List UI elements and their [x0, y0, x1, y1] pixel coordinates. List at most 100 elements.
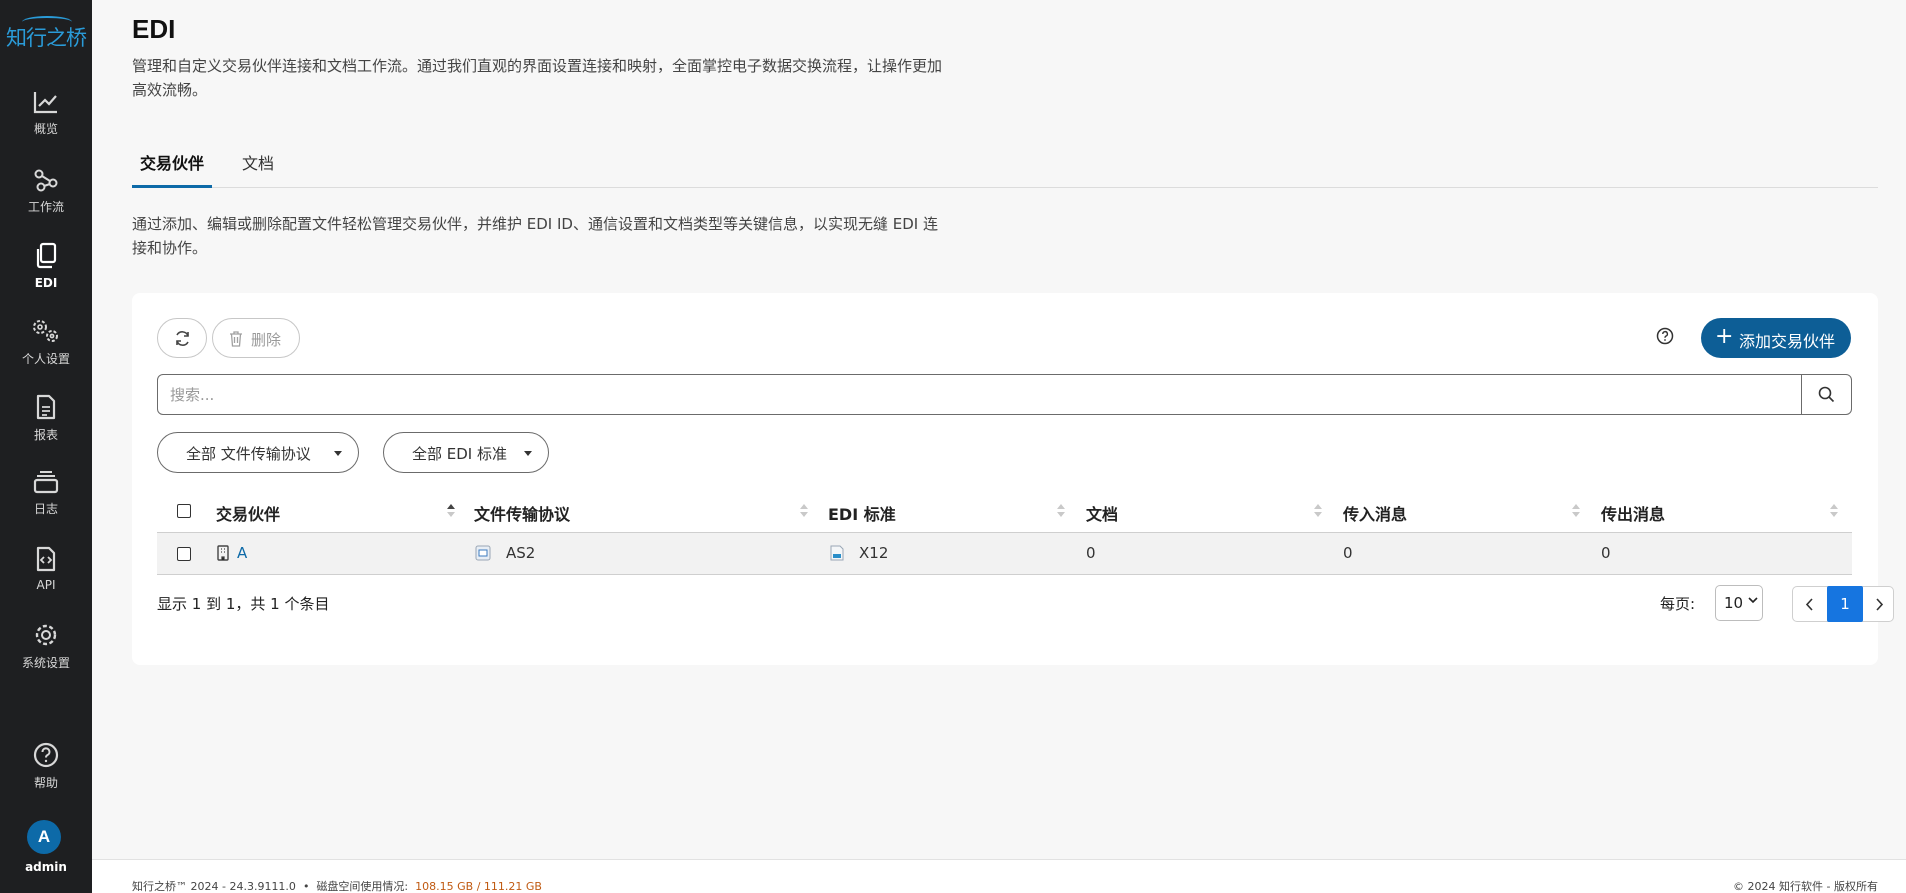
gear-icon	[35, 624, 57, 646]
sort-icon[interactable]	[1830, 504, 1838, 518]
nav-label-logs: 日志	[33, 502, 58, 516]
pagination: 1	[1792, 586, 1894, 622]
nav-label-overview: 概览	[33, 122, 58, 136]
nav-label-api: API	[36, 578, 56, 592]
documents-cell: 0	[1086, 544, 1096, 562]
partner-name-cell: A	[237, 544, 247, 562]
edi-standard-filter-dropdown[interactable]: 全部 EDI 标准	[383, 432, 549, 473]
table-row[interactable]: A AS2 X12 0 0 0	[157, 533, 1852, 575]
footer: 知行之桥™ 2024 - 24.3.9111.0 • 磁盘空间使用情况: 108…	[92, 859, 1906, 893]
nav-item-system-settings[interactable]: 系统设置	[0, 622, 92, 692]
tab-bar: 交易伙伴 文档	[132, 150, 1878, 188]
tab-trading-partners[interactable]: 交易伙伴	[132, 150, 213, 188]
share-nodes-icon	[34, 169, 58, 192]
next-page-button[interactable]	[1863, 587, 1897, 621]
x12-standard-icon	[830, 545, 844, 561]
nav-item-api[interactable]: API	[0, 546, 92, 616]
per-page-value: 10	[1724, 594, 1744, 612]
column-header-partner[interactable]: 交易伙伴	[216, 501, 280, 525]
nav-label-workflow: 工作流	[27, 200, 64, 214]
help-icon[interactable]	[1656, 327, 1674, 345]
add-partner-label: 添加交易伙伴	[1739, 332, 1836, 351]
sort-icon[interactable]	[1057, 504, 1065, 518]
building-icon	[217, 545, 229, 561]
refresh-button[interactable]	[157, 318, 207, 358]
nav-item-workflow[interactable]: 工作流	[0, 166, 92, 236]
incoming-cell: 0	[1343, 544, 1353, 562]
app-logo[interactable]: 知行之桥	[0, 14, 92, 54]
per-page-select[interactable]: 10	[1715, 585, 1763, 621]
disk-usage-value: 108.15 GB / 111.21 GB	[415, 880, 542, 893]
gears-icon	[33, 320, 58, 342]
sidebar: 知行之桥 概览 工作流 EDI 个人设置 报表 日志 API 系统设置 帮助 A…	[0, 0, 92, 893]
nav-item-edi[interactable]: EDI	[0, 242, 92, 312]
refresh-icon	[176, 331, 189, 346]
partner-link[interactable]: A	[237, 544, 247, 562]
tab-label: 交易伙伴	[140, 154, 205, 173]
help-circle-icon	[33, 742, 59, 768]
nav-item-overview[interactable]: 概览	[0, 90, 92, 160]
nav-item-personal-settings[interactable]: 个人设置	[0, 318, 92, 388]
chevron-down-icon	[1748, 597, 1758, 604]
delete-label: 删除	[251, 331, 282, 349]
sort-icon[interactable]	[1314, 504, 1322, 518]
nav-label-edi: EDI	[34, 276, 58, 290]
username: admin	[25, 860, 67, 874]
footer-separator: •	[302, 880, 310, 893]
nav-label-system-settings: 系统设置	[21, 656, 70, 670]
protocol-cell: AS2	[506, 544, 536, 562]
footer-info: 知行之桥™ 2024 - 24.3.9111.0 • 磁盘空间使用情况: 108…	[132, 878, 542, 893]
edi-standard-cell: X12	[859, 544, 889, 562]
documents-icon	[36, 242, 57, 269]
page-title: EDI	[132, 14, 176, 44]
sort-icon[interactable]	[447, 504, 455, 518]
trash-icon	[230, 331, 242, 347]
tab-documents[interactable]: 文档	[234, 150, 282, 188]
outgoing-cell: 0	[1601, 544, 1611, 562]
sort-icon[interactable]	[1572, 504, 1580, 518]
nav-item-logs[interactable]: 日志	[0, 470, 92, 540]
version-text: 知行之桥™ 2024 - 24.3.9111.0	[132, 880, 296, 893]
column-header-incoming[interactable]: 传入消息	[1343, 501, 1407, 525]
logo-arc	[22, 16, 72, 28]
chart-line-icon	[33, 92, 57, 114]
as2-protocol-icon	[475, 545, 491, 561]
copyright: © 2024 知行软件 - 版权所有	[1733, 880, 1878, 893]
report-icon	[36, 394, 56, 420]
caret-down-icon	[524, 451, 532, 456]
sort-icon[interactable]	[800, 504, 808, 518]
row-checkbox[interactable]	[177, 547, 191, 561]
per-page-label: 每页:	[1660, 595, 1696, 613]
nav-item-help[interactable]: 帮助	[0, 742, 92, 812]
tab-label: 文档	[242, 154, 275, 173]
nav-label-reports: 报表	[33, 428, 58, 442]
disk-usage-label: 磁盘空间使用情况:	[316, 880, 409, 893]
page-description: 管理和自定义交易伙伴连接和文档工作流。通过我们直观的界面设置连接和映射，全面掌控…	[132, 57, 943, 99]
caret-down-icon	[334, 451, 342, 456]
chevron-right-icon	[1876, 598, 1884, 611]
avatar[interactable]: A	[27, 820, 61, 854]
delete-button[interactable]: 删除	[212, 318, 300, 358]
protocol-filter-dropdown[interactable]: 全部 文件传输协议	[157, 432, 359, 473]
select-all-checkbox[interactable]	[177, 504, 191, 518]
nav-item-reports[interactable]: 报表	[0, 394, 92, 464]
search-icon	[1818, 386, 1835, 403]
column-header-protocol[interactable]: 文件传输协议	[474, 501, 570, 525]
protocol-filter-label: 全部 文件传输协议	[186, 445, 311, 463]
chevron-left-icon	[1805, 598, 1813, 611]
page-number-button[interactable]: 1	[1827, 586, 1863, 622]
partners-card: 删除 + 添加交易伙伴 全部 文件传输协议 全部 EDI 标准 交易伙伴	[132, 293, 1894, 665]
column-header-outgoing[interactable]: 传出消息	[1601, 501, 1665, 525]
column-header-edi-standard[interactable]: EDI 标准	[828, 501, 896, 525]
search-input[interactable]	[158, 375, 1794, 414]
code-file-icon	[36, 546, 56, 572]
column-header-documents[interactable]: 文档	[1086, 501, 1118, 525]
nav-label-personal-settings: 个人设置	[21, 352, 70, 366]
search-button[interactable]	[1801, 375, 1851, 414]
main-content: EDI 管理和自定义交易伙伴连接和文档工作流。通过我们直观的界面设置连接和映射，…	[92, 0, 1906, 893]
add-partner-button[interactable]: + 添加交易伙伴	[1701, 318, 1851, 358]
search-bar	[157, 374, 1852, 415]
prev-page-button[interactable]	[1793, 587, 1827, 621]
table-header: 交易伙伴 文件传输协议 EDI 标准 文档 传入消息 传出消息	[157, 489, 1852, 533]
layers-icon	[33, 471, 59, 494]
